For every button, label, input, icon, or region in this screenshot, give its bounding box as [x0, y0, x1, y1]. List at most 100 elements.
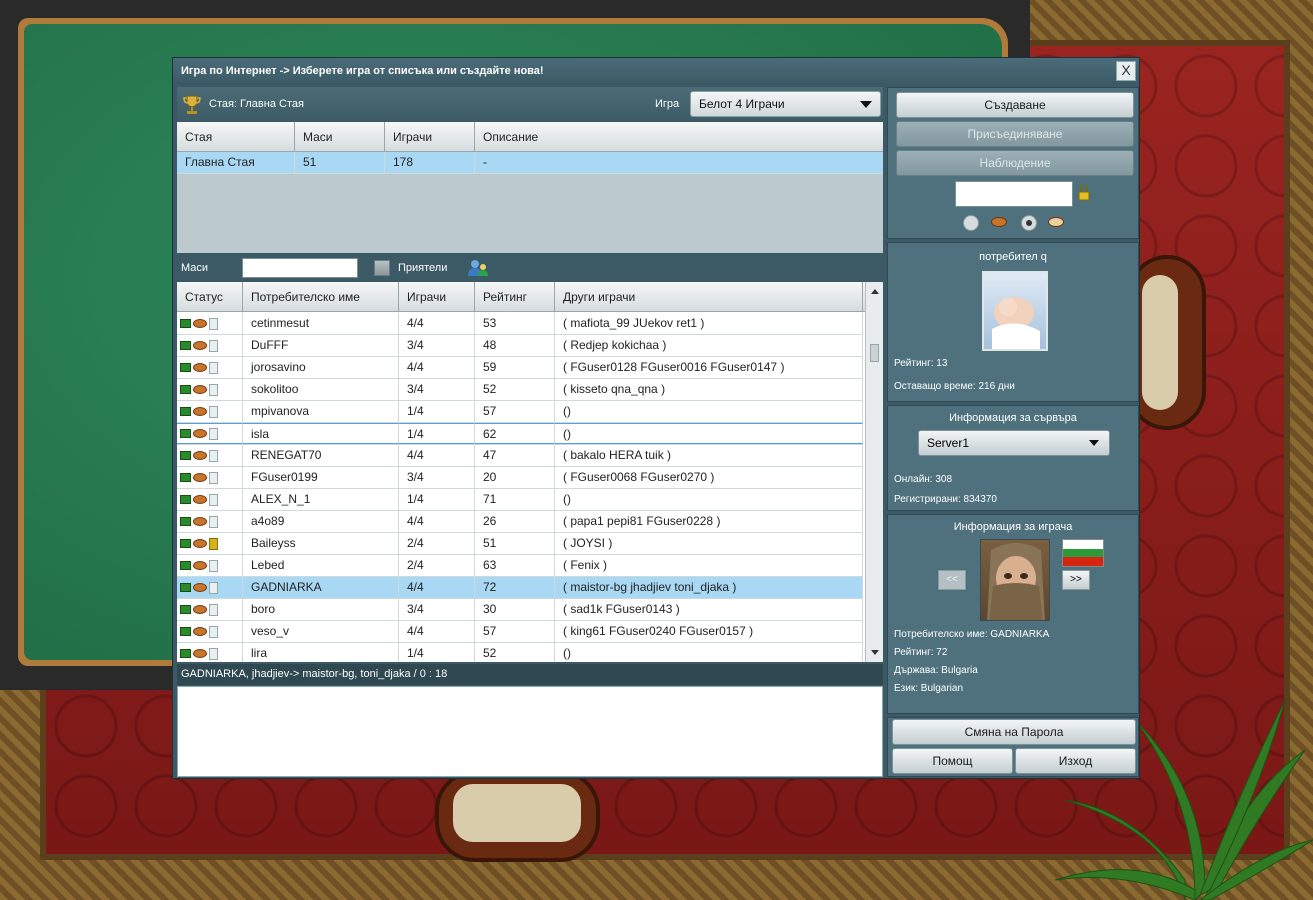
column-header-username[interactable]: Потребителско име — [243, 282, 399, 311]
prev-player-button[interactable]: << — [938, 570, 966, 590]
tables-filter-input[interactable] — [242, 258, 358, 278]
table-password-input[interactable] — [955, 181, 1073, 207]
table-row[interactable]: cetinmesut 4/4 53( mafiota_99 JUekov ret1 … — [177, 313, 863, 335]
friends-label: Приятели — [398, 262, 448, 274]
join-button[interactable]: Присъединяване — [896, 121, 1134, 147]
table-row[interactable]: boro 3/4 30( sad1k FGuser0143 ) — [177, 599, 863, 621]
table-row[interactable]: veso_v 4/4 57( king61 FGuser0240 FGuser015… — [177, 621, 863, 643]
exit-button[interactable]: Изход — [1015, 748, 1136, 774]
eye-icon — [193, 429, 207, 438]
players-cell: 1/4 — [399, 489, 475, 510]
table-row[interactable]: RENEGAT70 4/4 47( bakalo HERA tuik ) — [177, 445, 863, 467]
rating-cell: 59 — [475, 357, 555, 378]
rating-cell: 51 — [475, 533, 555, 554]
other-players-cell: () — [555, 401, 863, 422]
username-cell: boro — [243, 599, 399, 620]
other-players-cell: ( king61 FGuser0240 FGuser0157 ) — [555, 621, 863, 642]
column-header-description[interactable]: Описание — [475, 122, 883, 151]
chat-area[interactable] — [177, 686, 883, 777]
friends-icon — [468, 260, 488, 276]
scroll-up-icon[interactable] — [868, 285, 882, 299]
other-players-cell: ( bakalo HERA tuik ) — [555, 445, 863, 466]
status-cell — [177, 401, 243, 422]
room-row[interactable]: Главна Стая 51 178 - — [177, 152, 883, 174]
scrollbar-thumb[interactable] — [870, 344, 879, 362]
status-online-icon — [180, 517, 191, 526]
rating-cell: 62 — [475, 423, 555, 444]
other-players-cell: ( JOYSI ) — [555, 533, 863, 554]
column-header-players[interactable]: Играчи — [399, 282, 475, 311]
table-row[interactable]: FGuser0199 3/4 20( FGuser0068 FGuser0270 ) — [177, 467, 863, 489]
player-language: Език: Bulgarian — [894, 683, 964, 694]
status-cell — [177, 335, 243, 356]
table-row[interactable]: jorosavino 4/4 59( FGuser0128 FGuser0016 F… — [177, 357, 863, 379]
avatar — [982, 271, 1048, 351]
table-row[interactable]: a4o89 4/4 26( papa1 pepi81 FGuser0228 ) — [177, 511, 863, 533]
table-row[interactable]: mpivanova 1/4 57() — [177, 401, 863, 423]
eye-icon — [193, 627, 207, 636]
room-description: - — [483, 155, 487, 169]
column-header-tables[interactable]: Маси — [295, 122, 385, 151]
friends-checkbox[interactable] — [374, 260, 390, 276]
table-row[interactable]: GADNIARKA 4/4 72( maistor-bg jhadjiev toni… — [177, 577, 863, 599]
table-row[interactable]: DuFFF 3/4 48( Redjep kokichaa ) — [177, 335, 863, 357]
table-row[interactable]: sokolitoo 3/4 52( kisseto qna_qna ) — [177, 379, 863, 401]
username-cell: GADNIARKA — [243, 577, 399, 598]
next-player-button[interactable]: >> — [1062, 570, 1090, 590]
trophy-icon — [183, 95, 201, 114]
create-button[interactable]: Създаване — [896, 92, 1134, 118]
change-password-button[interactable]: Смяна на Парола — [892, 719, 1136, 745]
rating-cell: 52 — [475, 379, 555, 400]
username-cell: RENEGAT70 — [243, 445, 399, 466]
table-row[interactable]: Baileyss 2/4 51( JOYSI ) — [177, 533, 863, 555]
players-cell: 1/4 — [399, 643, 475, 662]
status-cell — [177, 313, 243, 334]
lock-icon — [209, 405, 218, 418]
registered-count: Регистрирани: 834370 — [894, 494, 997, 505]
player-rating: Рейтинг: 72 — [894, 647, 948, 658]
other-players-cell: () — [555, 489, 863, 510]
status-cell — [177, 643, 243, 662]
play-icon — [991, 217, 1007, 227]
status-online-icon — [180, 451, 191, 460]
other-players-cell: ( sad1k FGuser0143 ) — [555, 599, 863, 620]
table-row[interactable]: ALEX_N_1 1/4 71() — [177, 489, 863, 511]
players-cell: 3/4 — [399, 335, 475, 356]
lock-icon — [209, 603, 218, 616]
table-row[interactable]: lira 1/4 52() — [177, 643, 863, 662]
rating-cell: 30 — [475, 599, 555, 620]
table-row[interactable]: Lebed 2/4 63( Fenix ) — [177, 555, 863, 577]
bottom-buttons-panel: Смяна на Парола Помощ Изход — [887, 717, 1139, 777]
players-scrollbar[interactable] — [865, 282, 883, 662]
table-row[interactable]: isla 1/4 62() — [177, 423, 863, 445]
column-header-players[interactable]: Играчи — [385, 122, 475, 151]
status-cell — [177, 379, 243, 400]
column-header-other-players[interactable]: Други играчи — [555, 282, 863, 311]
players-cell: 1/4 — [399, 401, 475, 422]
help-button[interactable]: Помощ — [892, 748, 1013, 774]
scroll-down-icon[interactable] — [868, 645, 882, 659]
username-cell: ALEX_N_1 — [243, 489, 399, 510]
column-header-rating[interactable]: Рейтинг — [475, 282, 555, 311]
game-type-select[interactable]: Белот 4 Играчи — [690, 91, 881, 117]
radio-play[interactable] — [963, 215, 979, 231]
rating-cell: 26 — [475, 511, 555, 532]
other-players-cell: ( Fenix ) — [555, 555, 863, 576]
eye-icon — [193, 451, 207, 460]
rating-cell: 63 — [475, 555, 555, 576]
watch-button[interactable]: Наблюдение — [896, 150, 1134, 176]
column-header-room[interactable]: Стая — [177, 122, 295, 151]
players-cell: 4/4 — [399, 313, 475, 334]
game-label: Игра — [655, 98, 680, 110]
column-header-status[interactable]: Статус — [177, 282, 243, 311]
radio-watch[interactable] — [1021, 215, 1037, 231]
players-cell: 2/4 — [399, 555, 475, 576]
username-cell: sokolitoo — [243, 379, 399, 400]
status-cell — [177, 357, 243, 378]
close-button[interactable]: X — [1116, 61, 1136, 81]
server-select[interactable]: Server1 — [918, 430, 1110, 456]
player-country: Държава: Bulgaria — [894, 665, 978, 676]
username-cell: cetinmesut — [243, 313, 399, 334]
status-online-icon — [180, 341, 191, 350]
status-cell — [177, 445, 243, 466]
